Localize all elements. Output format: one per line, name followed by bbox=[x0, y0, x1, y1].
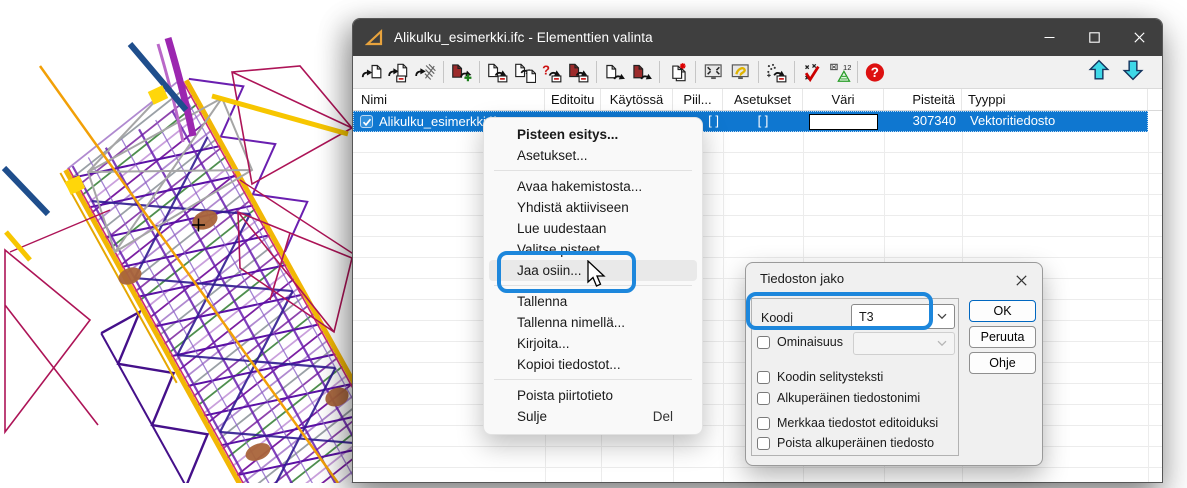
menu-separator bbox=[494, 379, 692, 380]
menu-item-asetukset[interactable]: Asetukset... bbox=[489, 145, 697, 166]
menu-item-kirjoita[interactable]: Kirjoita... bbox=[489, 333, 697, 354]
checkbox-box[interactable] bbox=[757, 437, 770, 450]
color-swatch[interactable] bbox=[809, 114, 878, 130]
menu-item-poista-piirtotieto[interactable]: Poista piirtotieto bbox=[489, 385, 697, 406]
export-active-file-icon[interactable] bbox=[628, 59, 655, 85]
ominaisuus-label: Ominaisuus bbox=[777, 335, 843, 349]
alkuperainen-tiedostonimi-checkbox[interactable]: Alkuperäinen tiedostonimi bbox=[757, 391, 920, 405]
column-header-vari[interactable]: Väri bbox=[803, 89, 884, 110]
column-header-editoitu[interactable]: Editoitu bbox=[545, 89, 601, 110]
ok-button[interactable]: OK bbox=[969, 300, 1036, 322]
menu-item-pisteen-esitys[interactable]: Pisteen esitys... bbox=[489, 124, 697, 145]
export-file-icon[interactable] bbox=[601, 59, 628, 85]
ominaisuus-combobox bbox=[853, 332, 955, 355]
menu-item-lue-uudestaan[interactable]: Lue uudestaan bbox=[489, 218, 697, 239]
poista-alkuperainen-checkbox[interactable]: Poista alkuperäinen tiedosto bbox=[757, 436, 934, 450]
help-icon[interactable]: ? bbox=[862, 59, 889, 85]
dialog-close-icon[interactable] bbox=[1012, 271, 1030, 289]
write-unknown-icon[interactable]: ? bbox=[538, 59, 565, 85]
column-header-pisteita[interactable]: Pisteitä bbox=[884, 89, 962, 110]
triangle-model-icon[interactable]: 12 bbox=[826, 59, 853, 85]
dialog-title: Tiedoston jako bbox=[760, 263, 844, 294]
checkbox-box[interactable] bbox=[757, 371, 770, 384]
redraw-view-icon[interactable] bbox=[727, 59, 754, 85]
move-up-icon[interactable] bbox=[1088, 59, 1110, 86]
menu-item-yhdista-aktiiviseen[interactable]: Yhdistä aktiiviseen bbox=[489, 197, 697, 218]
add-file-icon[interactable] bbox=[448, 59, 475, 85]
checkbox-box[interactable] bbox=[757, 417, 770, 430]
check-points-icon[interactable] bbox=[799, 59, 826, 85]
cell-tyyppi: Vektoritiedosto bbox=[962, 111, 1148, 132]
toolbar-nav bbox=[1088, 59, 1144, 86]
app-logo-icon bbox=[365, 28, 384, 47]
selected-row-region: Alikulku_esimerkki.ifc [ ] [ ] 307340 Ve… bbox=[353, 111, 1148, 132]
cell-pisteita: 307340 bbox=[884, 111, 962, 132]
svg-text:?: ? bbox=[871, 65, 879, 80]
toolbar-separator bbox=[794, 61, 795, 83]
menu-item-sulje[interactable]: Sulje Del bbox=[489, 406, 697, 427]
minimize-button[interactable] bbox=[1027, 19, 1072, 56]
menu-separator bbox=[494, 285, 692, 286]
chevron-down-icon bbox=[937, 340, 947, 347]
column-header-asetukset[interactable]: Asetukset bbox=[723, 89, 803, 110]
svg-text:12: 12 bbox=[843, 63, 851, 72]
toolbar-separator bbox=[857, 61, 858, 83]
new-file-icon[interactable] bbox=[664, 59, 691, 85]
table-header: Nimi Editoitu Käytössä Piil... Asetukset… bbox=[353, 89, 1162, 111]
koodin-selitysteksti-checkbox[interactable]: Koodin selitysteksti bbox=[757, 370, 883, 384]
read-file-icon[interactable] bbox=[358, 59, 385, 85]
column-header-nimi[interactable]: Nimi bbox=[353, 89, 545, 110]
titlebar: Alikulku_esimerkki.ifc - Elementtien val… bbox=[353, 19, 1162, 56]
move-down-icon[interactable] bbox=[1122, 59, 1144, 86]
menu-item-tallenna-nimella[interactable]: Tallenna nimellä... bbox=[489, 312, 697, 333]
checkbox-box[interactable] bbox=[757, 392, 770, 405]
write-active-file-icon[interactable] bbox=[565, 59, 592, 85]
toolbar-separator bbox=[659, 61, 660, 83]
menu-item-jaa-osiin[interactable]: Jaa osiin... bbox=[489, 260, 697, 281]
table-row[interactable]: Alikulku_esimerkki.ifc [ ] [ ] 307340 Ve… bbox=[353, 111, 1162, 132]
menu-item-kopioi-tiedostot[interactable]: Kopioi tiedostot... bbox=[489, 354, 697, 375]
checkbox-box[interactable] bbox=[757, 336, 770, 349]
koodi-label: Koodi bbox=[761, 311, 793, 325]
koodi-value: T3 bbox=[859, 310, 874, 324]
select-points-icon[interactable] bbox=[763, 59, 790, 85]
toolbar-separator bbox=[479, 61, 480, 83]
column-header-tyyppi[interactable]: Tyyppi bbox=[962, 89, 1148, 110]
close-button[interactable] bbox=[1117, 19, 1162, 56]
cad-viewport[interactable] bbox=[0, 0, 362, 483]
cancel-button[interactable]: Peruuta bbox=[969, 326, 1036, 348]
file-checkbox[interactable] bbox=[360, 115, 373, 128]
menu-shortcut-del: Del bbox=[653, 406, 673, 427]
read-convert-icon[interactable] bbox=[412, 59, 439, 85]
menu-item-tallenna[interactable]: Tallenna bbox=[489, 291, 697, 312]
window-title: Alikulku_esimerkki.ifc - Elementtien val… bbox=[394, 30, 653, 45]
chevron-down-icon[interactable] bbox=[937, 313, 947, 320]
toolbar-separator bbox=[695, 61, 696, 83]
menu-separator bbox=[494, 170, 692, 171]
write-file-icon[interactable] bbox=[484, 59, 511, 85]
column-header-kaytossa[interactable]: Käytössä bbox=[601, 89, 673, 110]
fit-view-icon[interactable] bbox=[700, 59, 727, 85]
read-file-format-icon[interactable] bbox=[385, 59, 412, 85]
merkkaa-editoiduksi-checkbox[interactable]: Merkkaa tiedostot editoiduksi bbox=[757, 416, 938, 430]
write-file-as-icon[interactable] bbox=[511, 59, 538, 85]
maximize-button[interactable] bbox=[1072, 19, 1117, 56]
toolbar-separator bbox=[596, 61, 597, 83]
cell-vari bbox=[803, 111, 884, 132]
toolbar-separator bbox=[443, 61, 444, 83]
ominaisuus-checkbox[interactable]: Ominaisuus bbox=[757, 335, 843, 349]
koodi-combobox[interactable]: T3 bbox=[851, 304, 955, 329]
menu-item-valitse-pisteet[interactable]: Valitse pisteet bbox=[489, 239, 697, 260]
toolbar-separator bbox=[758, 61, 759, 83]
cell-asetukset: [ ] bbox=[723, 111, 803, 132]
column-header-filler bbox=[1148, 89, 1162, 110]
menu-item-avaa-hakemistosta[interactable]: Avaa hakemistosta... bbox=[489, 176, 697, 197]
file-split-dialog: Tiedoston jako Koodi T3 Ominaisuus Koodi… bbox=[745, 262, 1043, 466]
toolbar: ? 12? bbox=[353, 56, 1162, 89]
window-controls bbox=[1027, 19, 1162, 56]
file-context-menu: Pisteen esitys... Asetukset... Avaa hake… bbox=[483, 117, 703, 435]
column-header-piilota[interactable]: Piil... bbox=[673, 89, 723, 110]
help-button[interactable]: Ohje bbox=[969, 352, 1036, 374]
